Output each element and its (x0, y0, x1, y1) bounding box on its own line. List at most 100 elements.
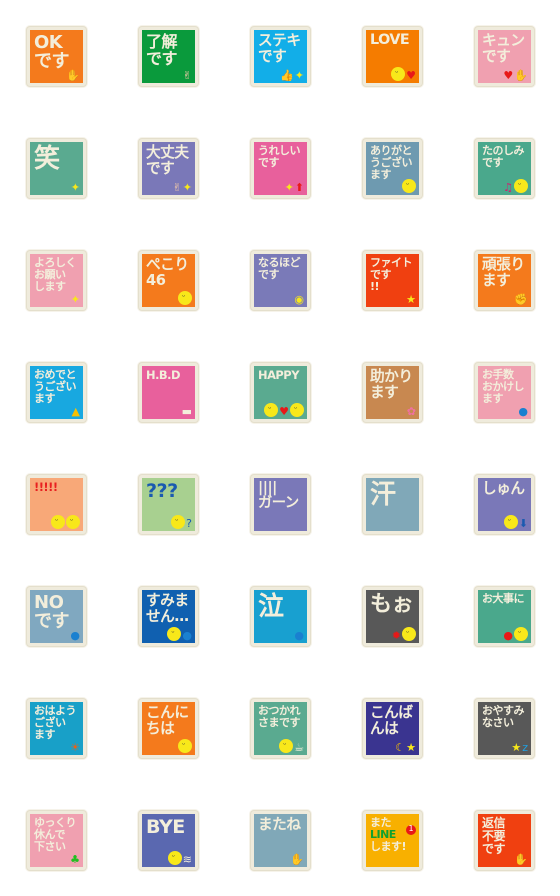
sticker-icons: ♥ (264, 403, 304, 417)
sticker-text: NO (34, 592, 64, 613)
emoji-sticker[interactable]: また LINE します! 1 (363, 811, 422, 870)
emoji-sticker[interactable]: こんに ちは (139, 699, 198, 758)
emoji-sticker[interactable]: HAPPY ♥ (251, 363, 310, 422)
smiley-icon (290, 403, 304, 417)
sticker-text: OK (34, 32, 63, 53)
star-icon: ★ (511, 741, 522, 754)
flower-icon: ✿ (406, 405, 416, 418)
party-popper-icon: ▲ (71, 405, 80, 418)
emoji-sticker[interactable]: たのしみ です ♫ (475, 139, 534, 198)
emoji-sticker[interactable]: よろしく お願い します ✦ (27, 251, 86, 310)
emoji-sticker[interactable]: お手数 おかけし ます ● (475, 363, 534, 422)
sticker-text: 46 (146, 271, 166, 289)
emoji-sticker[interactable]: おめでと うござい ます ▲ (27, 363, 86, 422)
sticker-icons: ♫ (503, 179, 528, 193)
up-arrow-icon: ⬆ (294, 181, 304, 194)
emoji-sticker[interactable]: 泣 ● (251, 587, 310, 646)
emoji-sticker[interactable]: LOVE ♥ (363, 27, 422, 86)
emoji-sticker[interactable]: 笑 ✦ (27, 139, 86, 198)
sticker-text: なさい (482, 715, 514, 729)
sticker-text: こんば (370, 704, 413, 721)
emoji-sticker[interactable]: 助かり ます ✿ (363, 363, 422, 422)
emoji-sticker[interactable]: !!!!! (27, 475, 86, 534)
notification-badge-icon: 1 (406, 825, 416, 835)
emoji-sticker[interactable]: ファイト です!! ★ (363, 251, 422, 310)
emoji-sticker[interactable]: ゆっくり 休んで 下さい ♣ (27, 811, 86, 870)
emoji-sticker[interactable]: ありがと うござい ます (363, 139, 422, 198)
emoji-sticker[interactable]: キュン です ♥ ✋ (475, 27, 534, 86)
emoji-sticker[interactable]: 返信 不要 です ✋ (475, 811, 534, 870)
emoji-sticker[interactable]: もぉ ✹ (363, 587, 422, 646)
sticker-text: 笑 (34, 144, 60, 174)
sticker-text: です (482, 47, 511, 65)
question-mark-icon: ? (186, 517, 192, 530)
sticker-text: です (258, 47, 287, 65)
sticker-text: 返信 (482, 816, 506, 830)
sticker-text: 下さい (34, 839, 66, 853)
sticker-text: しゅん (482, 480, 525, 497)
apple-icon: ● (503, 629, 513, 642)
emoji-sticker[interactable]: なるほど です ◉ (251, 251, 310, 310)
sticker-text: 了解 (146, 32, 178, 51)
sticker-text: します! (370, 839, 407, 853)
emoji-sticker[interactable]: H.B.D ▬ (139, 363, 198, 422)
emoji-sticker[interactable]: 大丈夫 です ✌ ✦ (139, 139, 198, 198)
smiley-icon (514, 179, 528, 193)
emoji-sticker[interactable]: |||| ガーン (251, 475, 310, 534)
emoji-sticker[interactable]: またね ✋ (251, 811, 310, 870)
emoji-sticker[interactable]: ぺこり 46 (139, 251, 198, 310)
emoji-sticker[interactable]: うれしい です ✦ ⬆ (251, 139, 310, 198)
emoji-sticker[interactable]: おつかれさまです☕ (251, 699, 310, 758)
sticker-icons: ✦ (71, 294, 80, 305)
sticker-icons: ? (171, 515, 192, 529)
sticker-icons (178, 739, 192, 753)
emoji-sticker[interactable]: ???? (139, 475, 198, 534)
sticker-text: キュン (482, 32, 525, 49)
smiley-icon (178, 739, 192, 753)
sparkle-icon: ✦ (284, 181, 294, 194)
sticker-icons (178, 291, 192, 305)
emoji-sticker[interactable]: すみません… ● (139, 587, 198, 646)
sticker-text: ??? (146, 480, 178, 502)
emoji-sticker[interactable]: BYE ≋ (139, 811, 198, 870)
sticker-text: ます (370, 383, 399, 401)
sticker-text: HAPPY (258, 368, 299, 382)
emoji-sticker[interactable]: 頑張り ます ✊ (475, 251, 534, 310)
sticker-text: すみま (146, 592, 189, 609)
sticker-text: します (34, 279, 66, 293)
sticker-icons: ✿ (407, 406, 416, 417)
zzz-icon: z (522, 741, 528, 754)
sticker-text: ガーン (258, 495, 299, 512)
sticker-text: LOVE (370, 32, 410, 48)
sticker-icons: ▬ (182, 406, 192, 417)
hand-icon: ✋ (514, 853, 528, 866)
emoji-sticker[interactable]: ステキ です 👍 ✦ (251, 27, 310, 86)
emoji-sticker[interactable]: おはよう ござい ます ☀ (27, 699, 86, 758)
sticker-icons: ✋ (290, 854, 304, 865)
sticker-icons: ✦ ⬆ (285, 182, 304, 193)
emoji-sticker[interactable]: こんば んは ☾ ★ (363, 699, 422, 758)
sticker-text: です (146, 49, 178, 69)
sticker-icons: ≋ (167, 851, 192, 866)
sticker-text: うござい (370, 155, 413, 169)
sticker-icons: ★ z (511, 742, 528, 753)
emoji-sticker[interactable]: NO です ● (27, 587, 86, 646)
smiley-icon (66, 515, 80, 529)
sticker-text: 不要 (482, 828, 506, 843)
cake-icon: ▬ (181, 405, 192, 418)
sticker-text: もぉ (370, 592, 414, 617)
emoji-sticker[interactable]: しゅん ⬇ (475, 475, 534, 534)
flexed-arm-icon: ✊ (514, 293, 528, 306)
emoji-sticker[interactable]: お大事に ● (475, 587, 534, 646)
wind-icon: ≋ (182, 853, 192, 866)
emoji-sticker[interactable]: 了解 です ✌ (139, 27, 198, 86)
star-icon: ★ (406, 293, 416, 306)
sticker-icons: ✌ (183, 70, 192, 81)
emoji-sticker[interactable]: 汗 (363, 475, 422, 534)
sticker-icons: ☕ (279, 739, 304, 753)
anger-icon: ✹ (391, 629, 401, 642)
sticker-icons: ✋ (514, 854, 528, 865)
emoji-sticker[interactable]: OK です ✋ (27, 27, 86, 86)
emoji-sticker[interactable]: おやすみ なさい ★ z (475, 699, 534, 758)
sticker-text: さまです (258, 715, 301, 729)
